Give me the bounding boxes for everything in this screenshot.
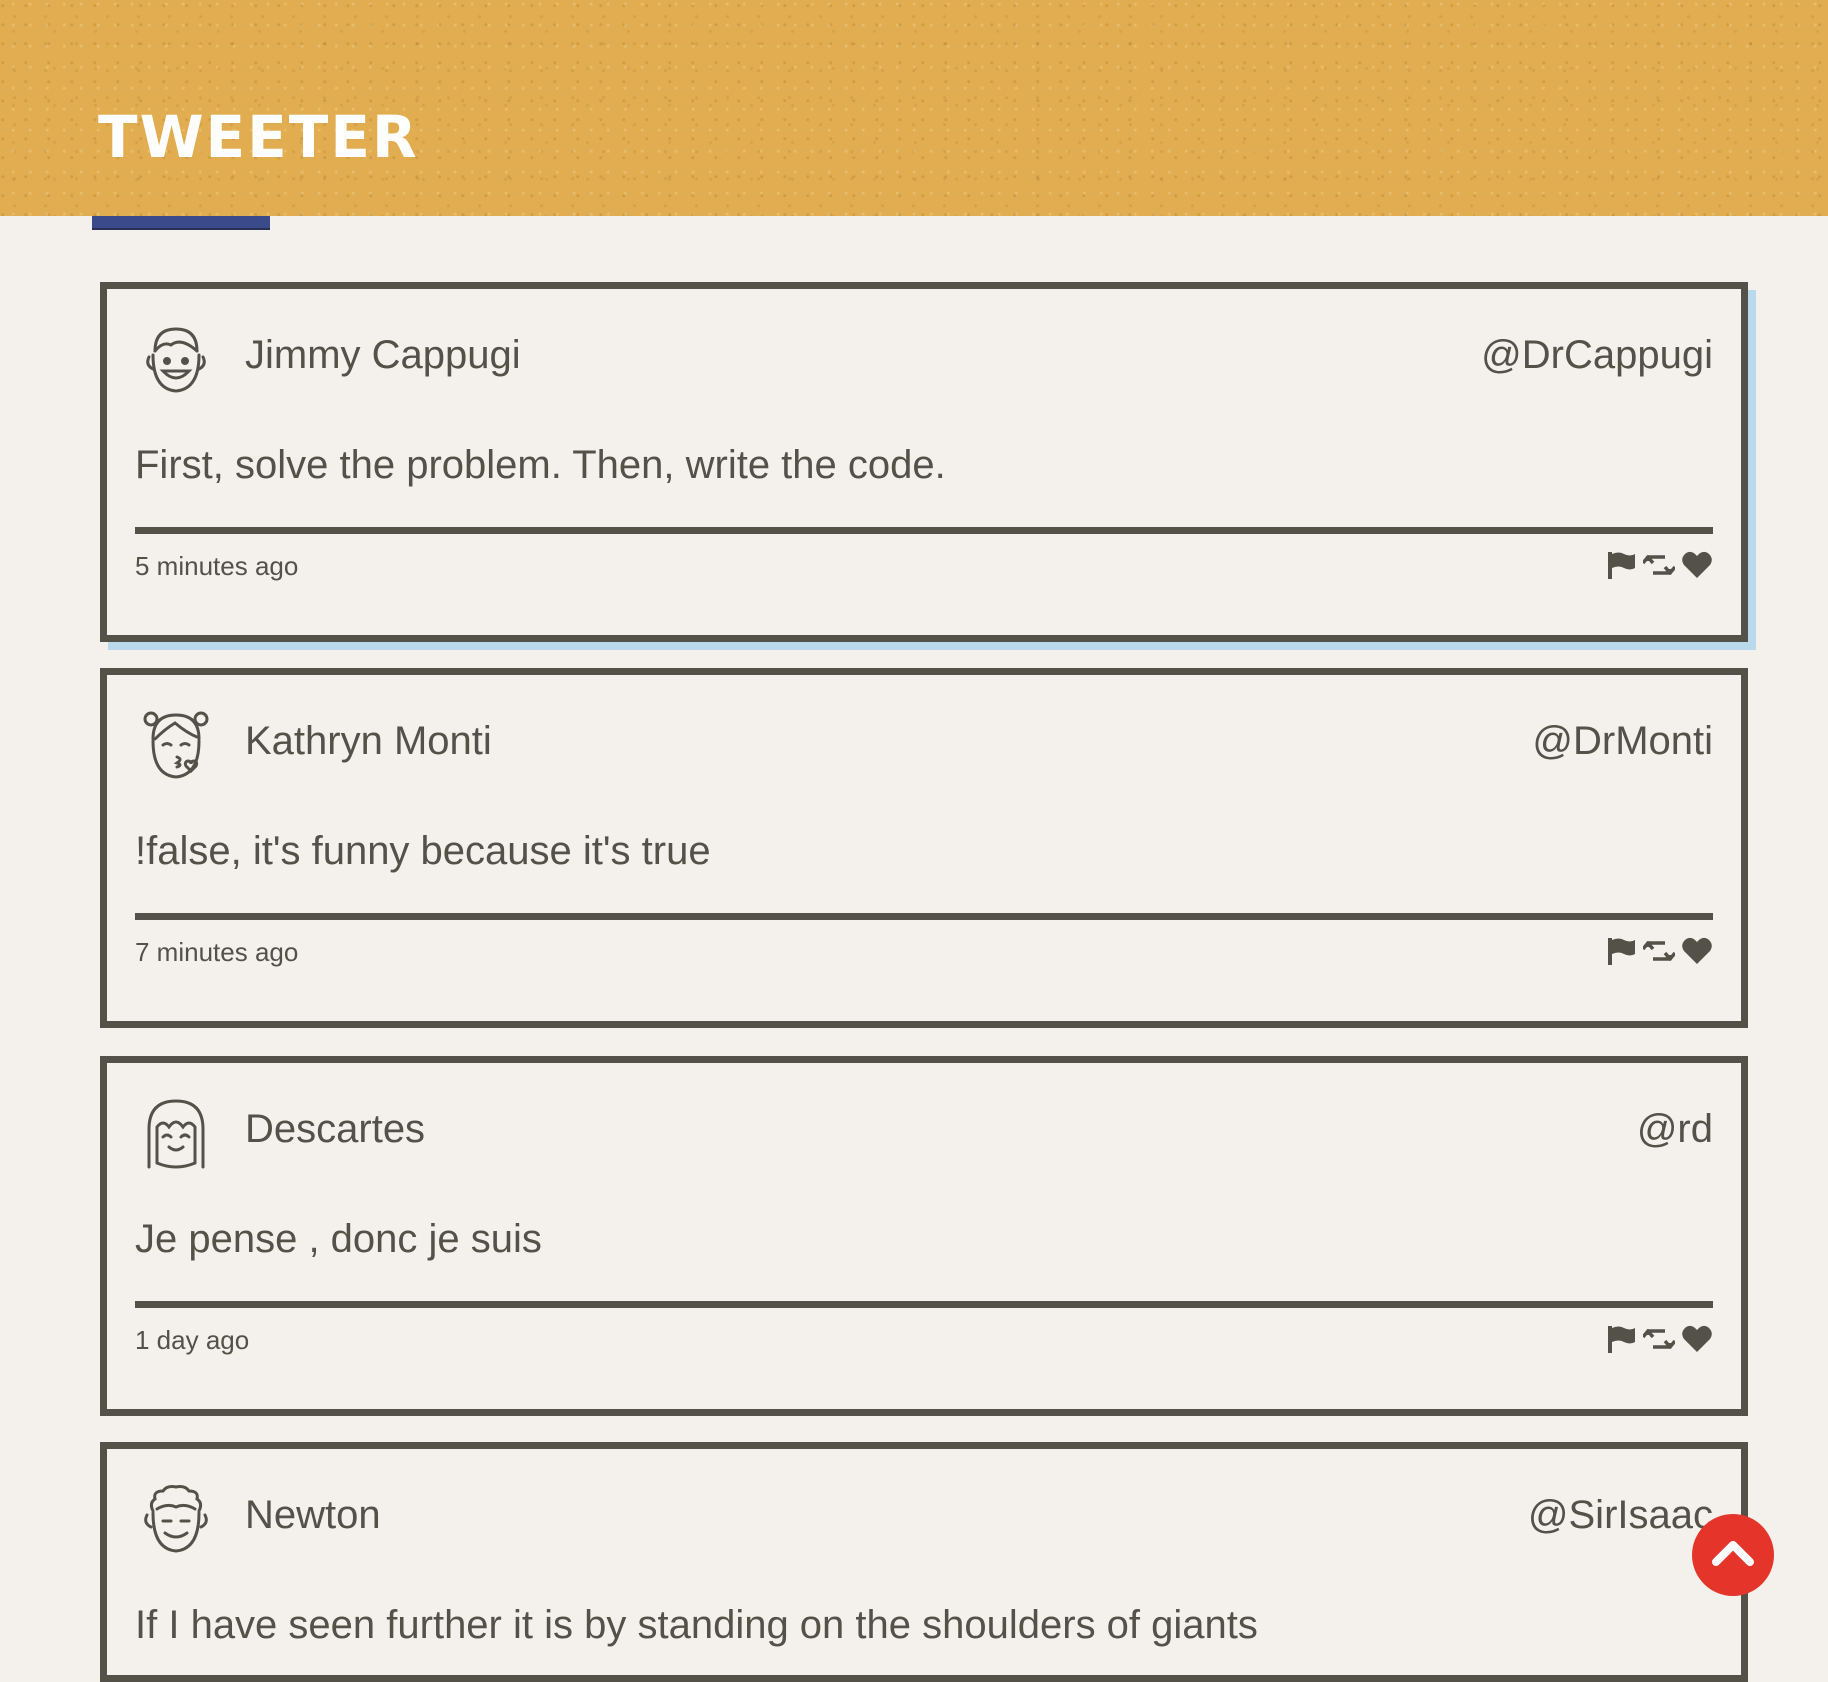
tweet-divider — [135, 1301, 1713, 1308]
tweet-author-name: Kathryn Monti — [245, 719, 492, 763]
tweet-divider — [135, 527, 1713, 534]
curly-hair-man-avatar-icon — [141, 1483, 211, 1557]
flag-icon[interactable] — [1605, 935, 1637, 967]
chevron-up-icon — [1712, 1541, 1754, 1566]
tweet-header: Newton @SirIsaac — [135, 1479, 1713, 1557]
tweet-card[interactable]: Jimmy Cappugi @DrCappugi First, solve th… — [100, 282, 1748, 642]
heart-icon[interactable] — [1681, 1323, 1713, 1355]
tweet-content: Je pense , donc je suis — [135, 1217, 542, 1261]
tweet-author-name: Jimmy Cappugi — [245, 333, 521, 377]
tweet-timestamp: 1 day ago — [135, 1325, 250, 1355]
tweet-header: Jimmy Cappugi @DrCappugi — [135, 319, 1713, 397]
tweet-divider — [135, 913, 1713, 920]
compose-tab-indicator[interactable] — [92, 216, 270, 230]
tweet-footer: 7 minutes ago — [135, 937, 1713, 977]
woman-kiss-avatar-icon — [141, 709, 211, 783]
heart-icon[interactable] — [1681, 549, 1713, 581]
tweet-footer: 5 minutes ago — [135, 551, 1713, 591]
brand-logo[interactable]: Tweeter — [98, 108, 419, 166]
tweet-footer: 1 day ago — [135, 1325, 1713, 1365]
flag-icon[interactable] — [1605, 1323, 1637, 1355]
tweet-author-name: Newton — [245, 1493, 381, 1537]
tweet-card[interactable]: Newton @SirIsaac If I have seen further … — [100, 1442, 1748, 1682]
tweet-author-name: Descartes — [245, 1107, 426, 1151]
flag-icon[interactable] — [1605, 549, 1637, 581]
tweet-timestamp: 7 minutes ago — [135, 937, 299, 967]
tweet-content: First, solve the problem. Then, write th… — [135, 443, 946, 487]
smiling-man-avatar-icon — [141, 323, 211, 397]
tweet-author-handle: @rd — [1636, 1107, 1713, 1151]
tweet-actions — [1605, 1323, 1713, 1355]
site-header: Tweeter — [0, 0, 1828, 216]
tweet-actions — [1605, 935, 1713, 967]
scroll-to-top-button[interactable] — [1692, 1514, 1774, 1596]
tweet-header: Kathryn Monti @DrMonti — [135, 705, 1713, 783]
retweet-icon[interactable] — [1643, 1323, 1675, 1355]
tweet-actions — [1605, 549, 1713, 581]
tweet-timestamp: 5 minutes ago — [135, 551, 299, 581]
tweet-author-handle: @DrMonti — [1532, 719, 1713, 763]
tweet-author-handle: @DrCappugi — [1481, 333, 1713, 377]
tweet-card[interactable]: Kathryn Monti @DrMonti !false, it's funn… — [100, 668, 1748, 1028]
heart-icon[interactable] — [1681, 935, 1713, 967]
tweet-header: Descartes @rd — [135, 1093, 1713, 1171]
tweet-card[interactable]: Descartes @rd Je pense , donc je suis 1 … — [100, 1056, 1748, 1416]
retweet-icon[interactable] — [1643, 935, 1675, 967]
smiling-girl-avatar-icon — [141, 1097, 211, 1171]
tweet-author-handle: @SirIsaac — [1527, 1493, 1713, 1537]
retweet-icon[interactable] — [1643, 549, 1675, 581]
tweet-content: !false, it's funny because it's true — [135, 829, 711, 873]
